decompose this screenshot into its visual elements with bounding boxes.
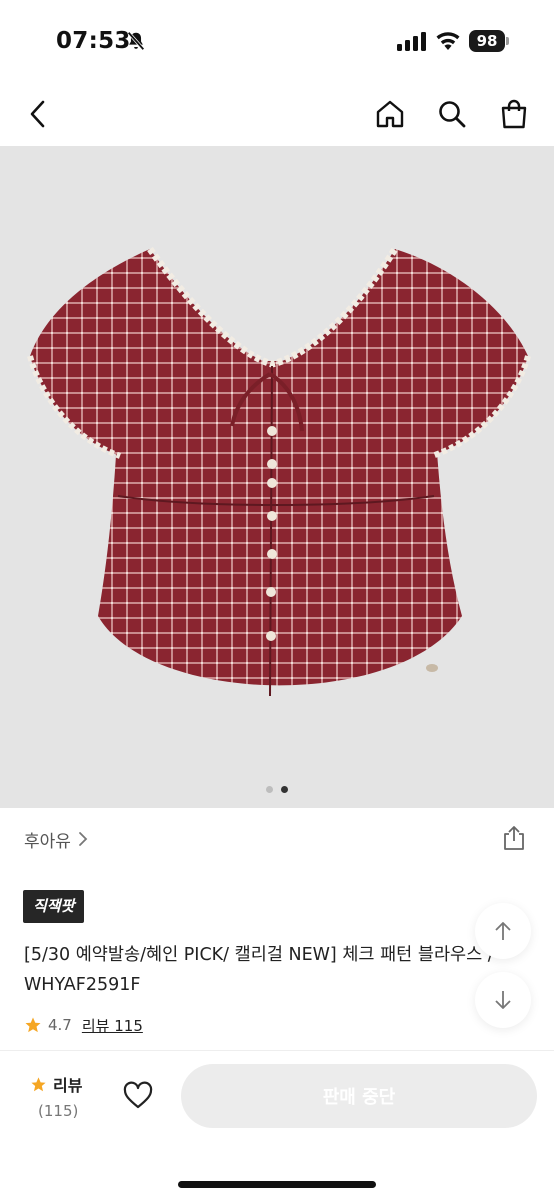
wifi-icon bbox=[436, 32, 460, 50]
back-icon bbox=[30, 100, 45, 128]
cart-button[interactable] bbox=[496, 96, 532, 132]
bottom-review-count: (115) bbox=[38, 1102, 79, 1120]
rating-row: 4.7 리뷰 115 bbox=[24, 1014, 143, 1036]
home-button[interactable] bbox=[372, 96, 408, 132]
scroll-down-button[interactable] bbox=[475, 972, 531, 1028]
buy-button[interactable]: 판매 중단 bbox=[181, 1064, 537, 1128]
heart-icon[interactable] bbox=[122, 1080, 154, 1112]
review-link[interactable]: 리뷰 115 bbox=[82, 1015, 143, 1036]
bottom-review-button[interactable]: 리뷰 (115) bbox=[30, 1072, 100, 1122]
chevron-right-icon bbox=[79, 832, 88, 846]
home-icon bbox=[376, 100, 404, 128]
pagination-dot-active[interactable] bbox=[281, 786, 288, 793]
bottom-review-label: 리뷰 bbox=[53, 1076, 83, 1095]
search-button[interactable] bbox=[434, 96, 470, 132]
bell-muted-icon bbox=[127, 31, 145, 51]
back-button[interactable] bbox=[20, 96, 56, 132]
battery-tip bbox=[506, 37, 509, 45]
scroll-up-button[interactable] bbox=[475, 903, 531, 959]
shopping-bag-icon bbox=[501, 99, 527, 129]
search-icon bbox=[439, 101, 466, 128]
arrow-down-icon bbox=[495, 991, 511, 1009]
promo-badge: 직잭팟 bbox=[23, 890, 85, 923]
star-icon bbox=[31, 1076, 46, 1091]
status-time: 07:53 bbox=[56, 28, 131, 54]
arrow-up-icon bbox=[495, 922, 511, 940]
brand-link[interactable]: 후아유 bbox=[24, 826, 89, 852]
top-nav-bar bbox=[0, 84, 554, 146]
product-title: [5/30 예약발송/혜인 PICK/ 캘리걸 NEW] 체크 패턴 블라우스 … bbox=[24, 945, 494, 995]
pagination-dot[interactable] bbox=[266, 786, 273, 793]
blouse-illustration bbox=[27, 246, 531, 697]
battery-indicator: 98 bbox=[469, 30, 505, 52]
home-indicator bbox=[178, 1181, 376, 1188]
rating-value: 4.7 bbox=[48, 1016, 72, 1034]
brand-name: 후아유 bbox=[24, 831, 71, 852]
share-icon[interactable] bbox=[500, 824, 528, 852]
status-bar: 07:53 98 bbox=[0, 0, 554, 84]
product-image[interactable] bbox=[0, 146, 554, 808]
star-icon bbox=[25, 1017, 41, 1033]
cellular-signal-icon bbox=[397, 32, 426, 51]
gallery-pagination bbox=[0, 786, 554, 796]
